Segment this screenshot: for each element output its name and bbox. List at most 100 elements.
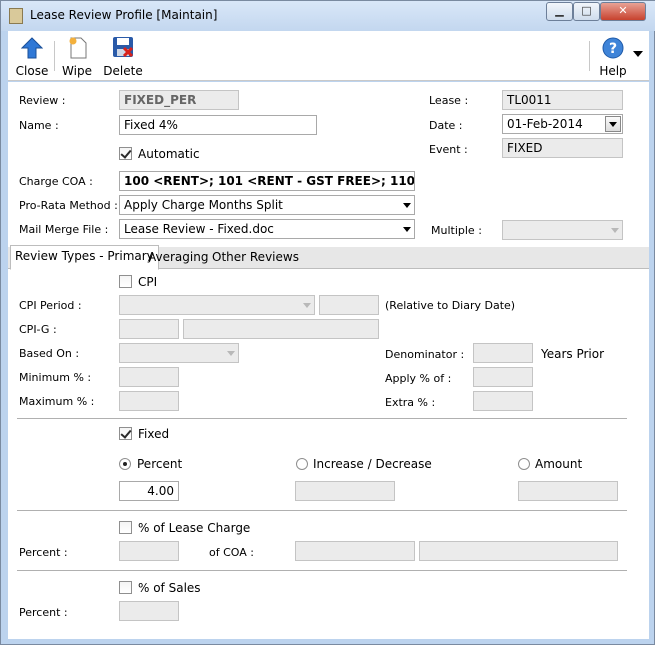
- amount-label: Amount: [535, 457, 583, 471]
- percent-value-input[interactable]: 4.00: [119, 481, 179, 501]
- sales-checkbox[interactable]: [119, 581, 132, 594]
- close-button[interactable]: Close: [12, 33, 52, 79]
- cpi-g-label: CPI-G :: [19, 323, 57, 336]
- mailmerge-label: Mail Merge File :: [19, 223, 109, 236]
- help-dropdown-icon[interactable]: [633, 51, 643, 57]
- fixed-checkbox[interactable]: [119, 427, 132, 440]
- percent-radio[interactable]: [119, 458, 131, 470]
- maximum-field[interactable]: [119, 391, 179, 411]
- review-label: Review :: [19, 94, 66, 107]
- lease-charge-checkbox[interactable]: [119, 521, 132, 534]
- help-label: Help: [599, 64, 627, 78]
- date-picker[interactable]: 01-Feb-2014: [502, 114, 623, 134]
- multiple-label: Multiple :: [431, 224, 482, 237]
- increase-decrease-input[interactable]: [295, 481, 395, 501]
- prorata-value: Apply Charge Months Split: [124, 198, 283, 212]
- amount-input[interactable]: [518, 481, 618, 501]
- cpi-period-offset-field[interactable]: [319, 295, 379, 315]
- of-coa-label: of COA :: [209, 546, 254, 559]
- automatic-label: Automatic: [138, 147, 200, 161]
- delete-label: Delete: [103, 64, 143, 78]
- toolbar-separator: [589, 41, 590, 71]
- date-value: 01-Feb-2014: [507, 117, 583, 131]
- name-label: Name :: [19, 119, 59, 132]
- toolbar-separator: [54, 41, 55, 71]
- chevron-down-icon: [609, 122, 617, 127]
- arrow-up-icon: [21, 37, 43, 59]
- lease-charge-percent-field[interactable]: [119, 541, 179, 561]
- minimize-button[interactable]: ▁: [546, 2, 573, 21]
- minimum-label: Minimum % :: [19, 371, 92, 384]
- help-button[interactable]: ? Help: [595, 33, 631, 79]
- toolbar: Close Wipe Delete ? Help: [8, 31, 649, 81]
- chevron-down-icon: [227, 351, 235, 356]
- of-coa-code-field[interactable]: [295, 541, 415, 561]
- lease-charge-label: % of Lease Charge: [138, 521, 251, 535]
- name-input[interactable]: Fixed 4%: [119, 115, 317, 135]
- of-coa-description-field[interactable]: [419, 541, 618, 561]
- denominator-field[interactable]: [473, 343, 533, 363]
- cpi-period-select[interactable]: [119, 295, 315, 315]
- help-icon: ?: [602, 37, 624, 59]
- years-prior-label: Years Prior: [541, 347, 605, 361]
- window: Lease Review Profile [Maintain] ▁ □ ✕ Cl…: [0, 0, 655, 645]
- relative-label: (Relative to Diary Date): [385, 299, 516, 312]
- form-body: Review : FIXED_PER Name : Fixed 4% Autom…: [8, 82, 649, 639]
- multiple-select[interactable]: [502, 220, 623, 240]
- automatic-checkbox[interactable]: [119, 147, 132, 160]
- prorata-select[interactable]: Apply Charge Months Split: [119, 195, 415, 215]
- sales-percent-field[interactable]: [119, 601, 179, 621]
- close-label: Close: [15, 64, 49, 78]
- window-title: Lease Review Profile [Maintain]: [30, 8, 218, 22]
- chevron-down-icon: [303, 303, 311, 308]
- increase-decrease-label: Increase / Decrease: [313, 457, 432, 471]
- divider: [17, 510, 627, 511]
- percent-radio-label: Percent: [137, 457, 183, 471]
- apply-label: Apply % of :: [385, 372, 452, 385]
- tab-review-types-primary[interactable]: Review Types - Primary: [10, 245, 159, 270]
- delete-disk-icon: [113, 37, 134, 58]
- sales-label: % of Sales: [138, 581, 201, 595]
- divider: [17, 418, 627, 419]
- maximize-button[interactable]: □: [573, 2, 600, 21]
- event-field: FIXED: [502, 138, 623, 158]
- tab-other-reviews[interactable]: Other Reviews: [208, 247, 303, 269]
- fixed-label: Fixed: [138, 427, 170, 441]
- chevron-down-icon: [403, 203, 411, 208]
- date-dropdown-button[interactable]: [605, 116, 621, 132]
- lease-charge-percent-label: Percent :: [19, 546, 68, 559]
- maximize-icon: □: [581, 4, 592, 17]
- based-on-select[interactable]: [119, 343, 239, 363]
- cpi-g-description-field[interactable]: [183, 319, 379, 339]
- close-icon: ✕: [618, 4, 628, 17]
- chevron-down-icon: [403, 227, 411, 232]
- mailmerge-value: Lease Review - Fixed.doc: [124, 222, 274, 236]
- amount-radio[interactable]: [518, 458, 530, 470]
- minimum-field[interactable]: [119, 367, 179, 387]
- app-icon: [9, 8, 23, 24]
- lease-label: Lease :: [429, 94, 469, 107]
- delete-button[interactable]: Delete: [101, 33, 145, 79]
- charge-coa-field[interactable]: 100 <RENT>; 101 <RENT - GST FREE>; 110 <…: [119, 171, 415, 191]
- review-field: FIXED_PER: [119, 90, 239, 110]
- cpi-checkbox[interactable]: [119, 275, 132, 288]
- cpi-label: CPI: [138, 275, 158, 289]
- based-on-label: Based On :: [19, 347, 80, 360]
- charge-coa-label: Charge COA :: [19, 175, 93, 188]
- lease-field: TL0011: [502, 90, 623, 110]
- wipe-button[interactable]: Wipe: [59, 33, 95, 79]
- increase-decrease-radio[interactable]: [296, 458, 308, 470]
- prorata-label: Pro-Rata Method :: [19, 199, 118, 212]
- mailmerge-select[interactable]: Lease Review - Fixed.doc: [119, 219, 415, 239]
- new-document-icon: [69, 37, 87, 59]
- title-bar: Lease Review Profile [Maintain] ▁ □ ✕: [1, 1, 655, 31]
- denominator-label: Denominator :: [385, 348, 465, 361]
- event-label: Event :: [429, 143, 468, 156]
- close-window-button[interactable]: ✕: [600, 2, 646, 21]
- date-label: Date :: [429, 119, 463, 132]
- cpi-g-code-field[interactable]: [119, 319, 179, 339]
- apply-field[interactable]: [473, 367, 533, 387]
- extra-field[interactable]: [473, 391, 533, 411]
- cpi-period-label: CPI Period :: [19, 299, 82, 312]
- tab-averaging[interactable]: Averaging: [144, 247, 212, 269]
